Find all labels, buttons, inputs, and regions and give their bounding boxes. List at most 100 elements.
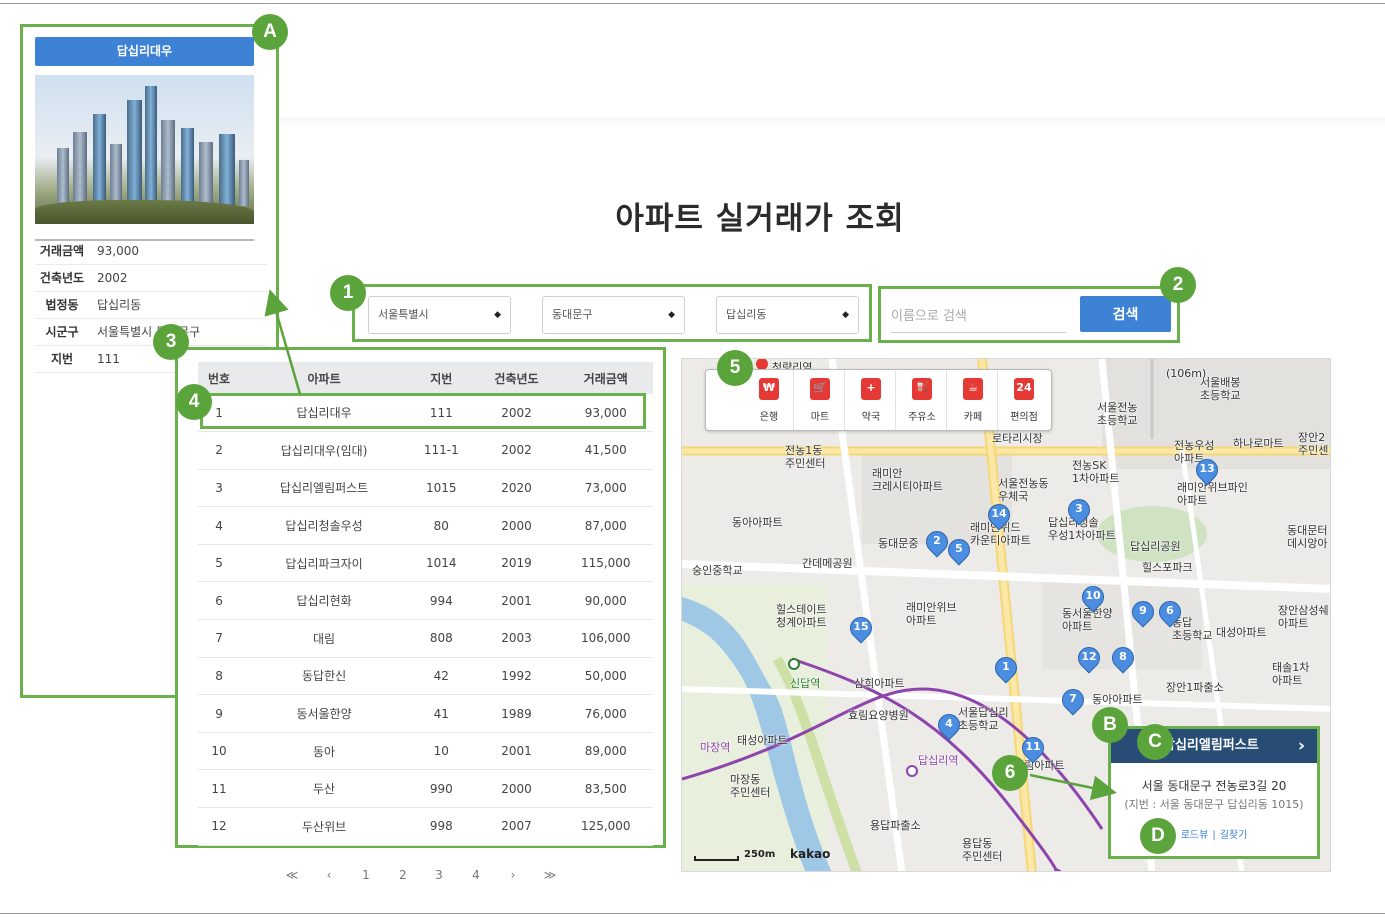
roadview-link[interactable]: 로드뷰 xyxy=(1181,830,1209,841)
table-row[interactable]: 12 두산위브 998 2007 125,000 xyxy=(198,807,653,846)
info-row-dong: 법정동 답십리동 xyxy=(35,292,267,319)
poi-label: 약국 xyxy=(861,412,881,423)
map-marker[interactable]: 7 xyxy=(1057,684,1089,719)
cell-jibun: 41 xyxy=(408,694,475,733)
map-marker[interactable]: 11 xyxy=(1017,732,1049,767)
map-marker[interactable]: 1 xyxy=(990,652,1022,687)
header-band xyxy=(270,118,1385,126)
cell-apartment: 답십리대우 xyxy=(240,394,409,433)
cell-price: 76,000 xyxy=(558,694,653,733)
table-row[interactable]: 1 답십리대우 111 2002 93,000 xyxy=(198,394,653,433)
poi-convenience-store-button[interactable]: 24 편의점 xyxy=(999,370,1049,430)
map-scale-label: 250m xyxy=(744,849,776,860)
info-row-year: 건축년도 2002 xyxy=(35,265,267,292)
map-marker[interactable]: 4 xyxy=(933,709,965,744)
cell-price: 50,000 xyxy=(558,657,653,696)
page-next-button[interactable]: › xyxy=(503,868,523,882)
page-2-button[interactable]: 2 xyxy=(393,868,413,882)
poi-bank-button[interactable]: ₩ 은행 xyxy=(744,370,794,430)
map-marker[interactable]: 8 xyxy=(1107,642,1139,677)
cell-apartment: 답십리청솔우성 xyxy=(240,506,409,545)
cell-year: 2000 xyxy=(474,506,559,545)
marker-number: 6 xyxy=(1166,604,1174,617)
poi-gas-station-button[interactable]: ⛽ 주유소 xyxy=(897,370,947,430)
kakao-logo: kakao xyxy=(790,847,831,861)
map-label: 태솔1차 아파트 xyxy=(1272,661,1310,687)
gugun-select[interactable]: 동대문구 ◆ xyxy=(542,296,685,334)
map-marker[interactable]: 14 xyxy=(983,499,1015,534)
cell-price: 87,000 xyxy=(558,506,653,545)
table-row[interactable]: 11 두산 990 2000 83,500 xyxy=(198,769,653,809)
cell-no: 2 xyxy=(198,431,241,470)
map-marker[interactable]: 10 xyxy=(1077,581,1109,616)
table-row[interactable]: 10 동아 10 2001 89,000 xyxy=(198,732,653,771)
sido-select[interactable]: 서울특별시 ◆ xyxy=(368,296,511,334)
map-marker[interactable]: 5 xyxy=(943,534,975,569)
cell-apartment: 동아 xyxy=(240,732,409,771)
cell-jibun: 990 xyxy=(408,769,475,809)
marker-number: 15 xyxy=(853,620,869,633)
sort-arrows-icon: ◆ xyxy=(668,310,675,320)
transaction-table-panel: 번호 아파트 지번 건축년도 거래금액 1 답십리대우 111 2002 93,000 2… xyxy=(175,347,666,848)
map-marker[interactable]: 12 xyxy=(1073,642,1105,677)
search-input[interactable] xyxy=(891,301,1066,333)
map-label: 장안삼성쉐 아파트 xyxy=(1278,604,1329,630)
marker-number: 9 xyxy=(1139,604,1147,617)
transaction-table: 번호 아파트 지번 건축년도 거래금액 1 답십리대우 111 2002 93,000 2… xyxy=(198,362,653,846)
sido-select-value: 서울특별시 xyxy=(378,308,429,321)
cell-year: 1989 xyxy=(474,694,559,733)
poi-cafe-button[interactable]: ☕ 카페 xyxy=(948,370,998,430)
map-label: 서울전농 초등학교 xyxy=(1097,401,1138,427)
table-row[interactable]: 3 답십리엘림퍼스트 1015 2020 73,000 xyxy=(198,469,653,508)
map-marker[interactable]: 15 xyxy=(845,612,877,647)
cell-no: 11 xyxy=(198,769,241,809)
page-1-button[interactable]: 1 xyxy=(356,868,376,882)
search-button[interactable]: 검색 xyxy=(1080,296,1171,332)
page-4-button[interactable]: 4 xyxy=(466,868,486,882)
table-row[interactable]: 6 답십리현화 994 2001 90,000 xyxy=(198,581,653,621)
poi-pharmacy-button[interactable]: + 약국 xyxy=(846,370,896,430)
cell-year: 2000 xyxy=(474,769,559,809)
table-row[interactable]: 8 동답한신 42 1992 50,000 xyxy=(198,657,653,696)
table-row[interactable]: 4 답십리청솔우성 80 2000 87,000 xyxy=(198,506,653,545)
page-last-button[interactable]: ≫ xyxy=(540,868,560,882)
marker-number: 14 xyxy=(991,507,1007,520)
pharmacy-icon: + xyxy=(861,378,881,400)
cell-apartment: 답십리대우(임대) xyxy=(240,431,409,470)
cell-no: 9 xyxy=(198,694,241,733)
map-marker[interactable]: 6 xyxy=(1154,596,1186,631)
cell-price: 90,000 xyxy=(558,581,653,621)
map-marker[interactable]: 13 xyxy=(1191,454,1223,489)
page-first-button[interactable]: ≪ xyxy=(282,868,302,882)
cell-year: 2020 xyxy=(474,469,559,508)
cell-jibun: 80 xyxy=(408,506,475,545)
cell-year: 2001 xyxy=(474,732,559,771)
info-key: 지번 xyxy=(50,352,74,366)
info-value: 93,000 xyxy=(97,244,139,258)
poi-mart-button[interactable]: 🛒 마트 xyxy=(795,370,845,430)
info-value: 답십리동 xyxy=(97,298,142,312)
col-header-price: 거래금액 xyxy=(558,362,653,394)
map-marker[interactable]: 9 xyxy=(1127,596,1159,631)
table-row[interactable]: 5 답십리파크자이 1014 2019 115,000 xyxy=(198,544,653,583)
page-title: 아파트 실거래가 조회 xyxy=(615,201,905,237)
info-row-sigungu: 시군구 서울특별시 동대문구 xyxy=(35,319,267,346)
chevron-right-icon[interactable]: › xyxy=(1298,729,1305,763)
table-row[interactable]: 9 동서울한양 41 1989 76,000 xyxy=(198,694,653,733)
apartment-name-header: 답십리대우 xyxy=(35,37,254,66)
map-marker[interactable]: 3 xyxy=(1063,494,1095,529)
map-label: 답십리역 xyxy=(918,754,959,767)
dong-select[interactable]: 답십리동 ◆ xyxy=(716,296,859,334)
cell-price: 73,000 xyxy=(558,469,653,508)
page-3-button[interactable]: 3 xyxy=(429,868,449,882)
table-row[interactable]: 7 대림 808 2003 106,000 xyxy=(198,619,653,658)
marker-number: 3 xyxy=(1075,502,1083,515)
marker-number: 1 xyxy=(1002,660,1010,673)
table-row[interactable]: 2 답십리대우(임대) 111-1 2002 41,500 xyxy=(198,431,653,470)
page-prev-button[interactable]: ‹ xyxy=(319,868,339,882)
directions-link[interactable]: 길찾기 xyxy=(1220,830,1248,841)
info-value: 2002 xyxy=(97,271,128,285)
poi-label: 편의점 xyxy=(1010,412,1038,423)
cell-year: 2001 xyxy=(474,581,559,621)
map-marker[interactable]: 2 xyxy=(921,526,953,561)
